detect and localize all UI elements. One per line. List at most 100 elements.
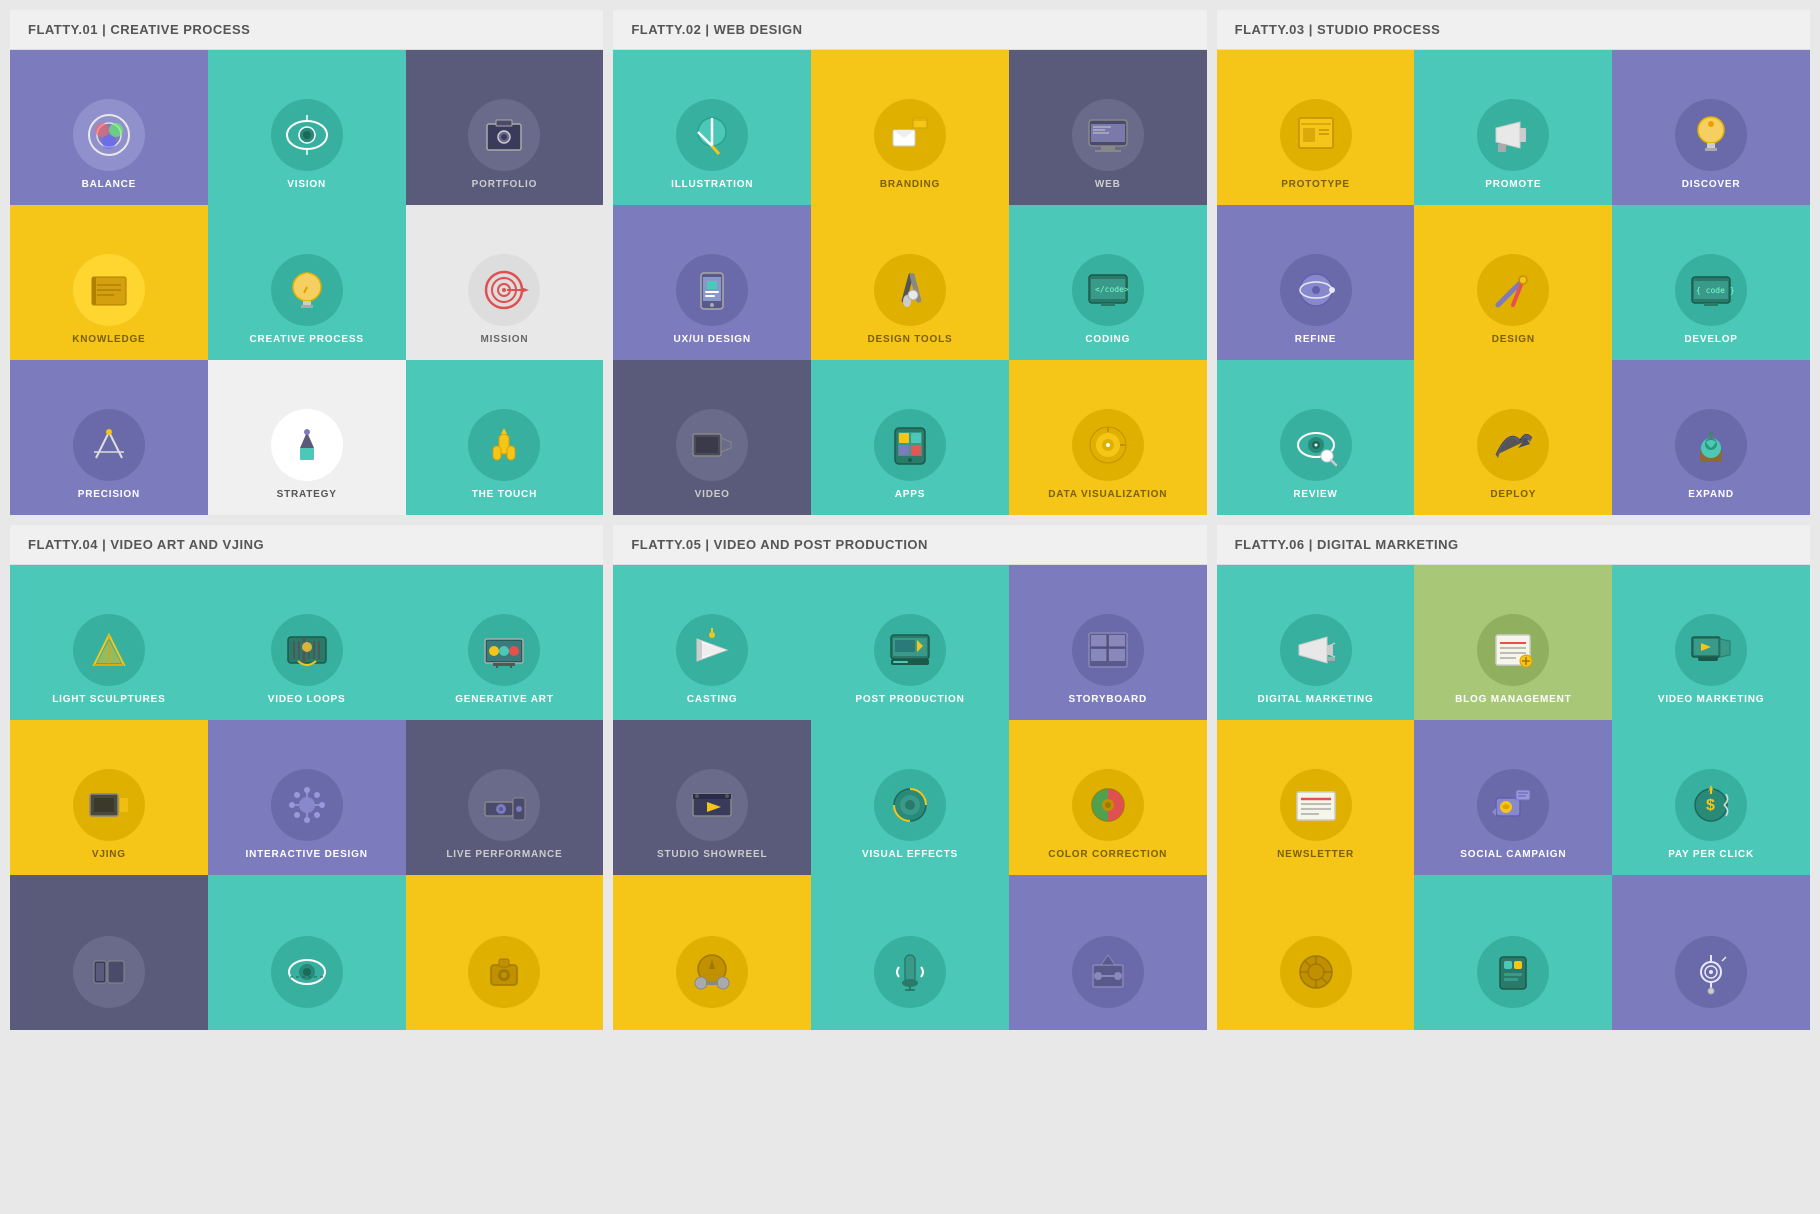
icon-portfolio[interactable]: PORTFOLIO	[406, 50, 604, 205]
icon-ux-ui-design[interactable]: UX/UI DESIGN	[613, 205, 811, 360]
icon-creative-process[interactable]: CREATIVE PROCESS	[208, 205, 406, 360]
strategy-label: STRATEGY	[277, 489, 337, 501]
panel-creative-process: FLATTY.01 | CREATIVE PROCESS BALANCE	[10, 10, 603, 515]
light-sculptures-label: LIGHT SCULPTURES	[52, 694, 165, 706]
studio-showreel-icon	[687, 780, 737, 830]
precision-label: PRECISION	[78, 489, 140, 501]
icon-coding[interactable]: </code> CODING	[1009, 205, 1207, 360]
icon-web[interactable]: WEB	[1009, 50, 1207, 205]
icon-generative-art[interactable]: GENERATIVE ART	[406, 565, 604, 720]
icon-design[interactable]: DESIGN	[1414, 205, 1612, 360]
panel-4-header: FLATTY.04 | VIDEO ART AND VJING	[10, 525, 603, 565]
mission-label: MISSION	[481, 334, 529, 346]
interactive-design-label: INTERACTIVE DESIGN	[246, 849, 368, 861]
icon-panel5-row3-2[interactable]	[811, 875, 1009, 1030]
icon-video-marketing[interactable]: VIDEO MARKETING	[1612, 565, 1810, 720]
icon-expand[interactable]: EXPAND	[1612, 360, 1810, 515]
icon-live-performance[interactable]: LIVE PERFORMANCE	[406, 720, 604, 875]
knowledge-icon	[84, 265, 134, 315]
svg-text:</code>: </code>	[1095, 285, 1129, 294]
icon-the-touch[interactable]: THE TOUCH	[406, 360, 604, 515]
coding-icon: </code>	[1083, 265, 1133, 315]
icon-post-production[interactable]: POST PRODUCTION	[811, 565, 1009, 720]
icon-social-campaign[interactable]: SOCIAL CAMPAIGN	[1414, 720, 1612, 875]
icon-panel5-row3-1[interactable]	[613, 875, 811, 1030]
prototype-label: PROTOTYPE	[1281, 179, 1350, 191]
panel4-row3-3-icon	[479, 947, 529, 997]
ux-ui-design-icon	[687, 265, 737, 315]
icon-apps[interactable]: APPS	[811, 360, 1009, 515]
icon-data-visualization[interactable]: DATA VISUALIZATION	[1009, 360, 1207, 515]
social-campaign-icon	[1488, 780, 1538, 830]
icon-branding[interactable]: BRANDING	[811, 50, 1009, 205]
icon-visual-effects[interactable]: VISUAL EFFECTS	[811, 720, 1009, 875]
balance-label: BALANCE	[82, 179, 137, 191]
icon-vision[interactable]: VISION	[208, 50, 406, 205]
icon-interactive-design[interactable]: INTERACTIVE DESIGN	[208, 720, 406, 875]
discover-label: DISCOVER	[1682, 179, 1741, 191]
panel-2-header: FLATTY.02 | WEB DESIGN	[613, 10, 1206, 50]
discover-icon	[1686, 110, 1736, 160]
icon-refine[interactable]: REFINE	[1217, 205, 1415, 360]
icon-video-loops[interactable]: VIDEO LOOPS	[208, 565, 406, 720]
icon-panel4-row3-3[interactable]	[406, 875, 604, 1030]
post-production-icon	[885, 625, 935, 675]
icon-knowledge[interactable]: KNOWLEDGE	[10, 205, 208, 360]
video-marketing-icon	[1686, 625, 1736, 675]
develop-icon: { code }	[1686, 265, 1736, 315]
icon-video[interactable]: VIDEO	[613, 360, 811, 515]
newsletter-label: NEWSLETTER	[1277, 849, 1354, 861]
icon-pay-per-click[interactable]: $ PAY PER CLICK	[1612, 720, 1810, 875]
illustration-icon	[687, 110, 737, 160]
vjing-icon	[84, 780, 134, 830]
panel-1-header: FLATTY.01 | CREATIVE PROCESS	[10, 10, 603, 50]
icon-illustration[interactable]: ILLUSTRATION	[613, 50, 811, 205]
video-icon	[687, 420, 737, 470]
expand-icon	[1686, 420, 1736, 470]
precision-icon	[84, 420, 134, 470]
icon-color-correction[interactable]: COLOR CORRECTION	[1009, 720, 1207, 875]
pay-per-click-icon: $	[1686, 780, 1736, 830]
icon-develop[interactable]: { code } DEVELOP	[1612, 205, 1810, 360]
icon-design-tools[interactable]: DESIGN TOOLS	[811, 205, 1009, 360]
panel-studio-process: FLATTY.03 | STUDIO PROCESS PROTOTYPE	[1217, 10, 1810, 515]
data-visualization-icon	[1083, 420, 1133, 470]
icon-panel4-row3-2[interactable]	[208, 875, 406, 1030]
panel-6-header: FLATTY.06 | DIGITAL MARKETING	[1217, 525, 1810, 565]
icon-vjing[interactable]: VJING	[10, 720, 208, 875]
icon-light-sculptures[interactable]: LIGHT SCULPTURES	[10, 565, 208, 720]
icon-panel5-row3-3[interactable]	[1009, 875, 1207, 1030]
icon-storyboard[interactable]: STORYBOARD	[1009, 565, 1207, 720]
develop-label: DEVELOP	[1684, 334, 1737, 346]
vision-label: VISION	[287, 179, 326, 191]
portfolio-icon	[479, 110, 529, 160]
icon-panel6-row3-2[interactable]	[1414, 875, 1612, 1030]
deploy-icon	[1488, 420, 1538, 470]
icon-digital-marketing[interactable]: DIGITAL MARKETING	[1217, 565, 1415, 720]
color-correction-label: COLOR CORRECTION	[1048, 849, 1167, 861]
svg-text:{ code }: { code }	[1696, 286, 1735, 295]
icon-deploy[interactable]: DEPLOY	[1414, 360, 1612, 515]
icon-studio-showreel[interactable]: STUDIO SHOWREEL	[613, 720, 811, 875]
expand-label: EXPAND	[1688, 489, 1734, 501]
icon-blog-management[interactable]: BLOG MANAGEMENT	[1414, 565, 1612, 720]
icon-mission[interactable]: MISSION	[406, 205, 604, 360]
icon-panel6-row3-1[interactable]	[1217, 875, 1415, 1030]
vision-icon	[282, 110, 332, 160]
icon-panel4-row3-1[interactable]	[10, 875, 208, 1030]
icon-prototype[interactable]: PROTOTYPE	[1217, 50, 1415, 205]
panel-5-grid: CASTING POST PRODUCTION	[613, 565, 1206, 1030]
icon-promote[interactable]: PROMOTE	[1414, 50, 1612, 205]
icon-casting[interactable]: CASTING	[613, 565, 811, 720]
icon-discover[interactable]: DISCOVER	[1612, 50, 1810, 205]
icon-newsletter[interactable]: NEWSLETTER	[1217, 720, 1415, 875]
icon-review[interactable]: REVIEW	[1217, 360, 1415, 515]
design-label: DESIGN	[1492, 334, 1535, 346]
deploy-label: DEPLOY	[1490, 489, 1536, 501]
icon-balance[interactable]: BALANCE	[10, 50, 208, 205]
icon-precision[interactable]: PRECISION	[10, 360, 208, 515]
icon-panel6-row3-3[interactable]	[1612, 875, 1810, 1030]
icon-strategy[interactable]: STRATEGY	[208, 360, 406, 515]
refine-label: REFINE	[1295, 334, 1336, 346]
svg-text:$: $	[1706, 797, 1715, 814]
